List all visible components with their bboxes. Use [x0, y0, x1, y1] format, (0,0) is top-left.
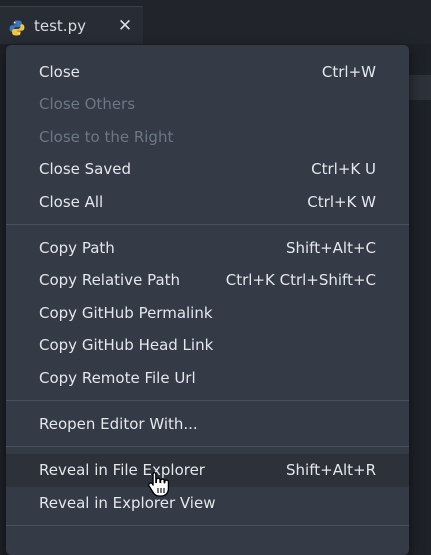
menu-item-label: Close to the Right	[39, 128, 174, 146]
python-icon	[8, 19, 26, 37]
menu-item-label: Reopen Editor With...	[39, 415, 198, 433]
menu-item-label: Copy Relative Path	[39, 271, 181, 289]
menu-item-copy-path[interactable]: Copy Path Shift+Alt+C	[6, 232, 409, 265]
menu-item-label: Copy GitHub Head Link	[39, 336, 214, 354]
menu-item-label: Copy Path	[39, 239, 115, 257]
menu-item-shortcut: Shift+Alt+C	[285, 239, 376, 257]
menu-item-copy-github-head-link[interactable]: Copy GitHub Head Link	[6, 329, 409, 362]
menu-item-label: Close	[39, 63, 80, 81]
menu-item-shortcut: Ctrl+W	[321, 63, 376, 81]
menu-item-reveal-in-file-explorer[interactable]: Reveal in File Explorer Shift+Alt+R	[6, 454, 409, 487]
menu-item-close[interactable]: Close Ctrl+W	[6, 56, 409, 89]
menu-item-reveal-in-explorer-view[interactable]: Reveal in Explorer View	[6, 487, 409, 520]
menu-item-copy-remote-file-url[interactable]: Copy Remote File Url	[6, 362, 409, 395]
menu-item-close-saved[interactable]: Close Saved Ctrl+K U	[6, 153, 409, 186]
menu-item-reopen-editor-with[interactable]: Reopen Editor With...	[6, 408, 409, 441]
menu-item-copy-relative-path[interactable]: Copy Relative Path Ctrl+K Ctrl+Shift+C	[6, 264, 409, 297]
menu-item-label: Reveal in File Explorer	[39, 461, 205, 479]
tab-bar: test.py ✕	[0, 0, 431, 44]
tab-context-menu: Close Ctrl+W Close Others Close to the R…	[6, 45, 409, 555]
menu-item-close-to-the-right: Close to the Right	[6, 121, 409, 154]
menu-item-shortcut: Ctrl+K U	[311, 160, 376, 178]
menu-item-label: Copy Remote File Url	[39, 369, 196, 387]
menu-item-close-others: Close Others	[6, 88, 409, 121]
close-icon[interactable]: ✕	[115, 16, 135, 36]
menu-item-label: Close Others	[39, 95, 136, 113]
menu-item-shortcut: Ctrl+K W	[307, 193, 376, 211]
menu-item-label: Copy GitHub Permalink	[39, 304, 213, 322]
menu-separator	[6, 525, 409, 526]
menu-item-close-all[interactable]: Close All Ctrl+K W	[6, 186, 409, 219]
menu-item-label: Reveal in Explorer View	[39, 494, 216, 512]
editor-tab-test-py[interactable]: test.py ✕	[0, 6, 143, 44]
menu-item-shortcut: Shift+Alt+R	[286, 461, 376, 479]
menu-item-copy-github-permalink[interactable]: Copy GitHub Permalink	[6, 297, 409, 330]
menu-item-label: Close All	[39, 193, 104, 211]
menu-item-label: Close Saved	[39, 160, 131, 178]
menu-item-shortcut: Ctrl+K Ctrl+Shift+C	[225, 271, 376, 289]
menu-separator	[6, 446, 409, 447]
tab-title: test.py	[34, 17, 86, 35]
hand-pointer-cursor-icon	[146, 470, 172, 498]
menu-separator	[6, 224, 409, 225]
menu-separator	[6, 400, 409, 401]
